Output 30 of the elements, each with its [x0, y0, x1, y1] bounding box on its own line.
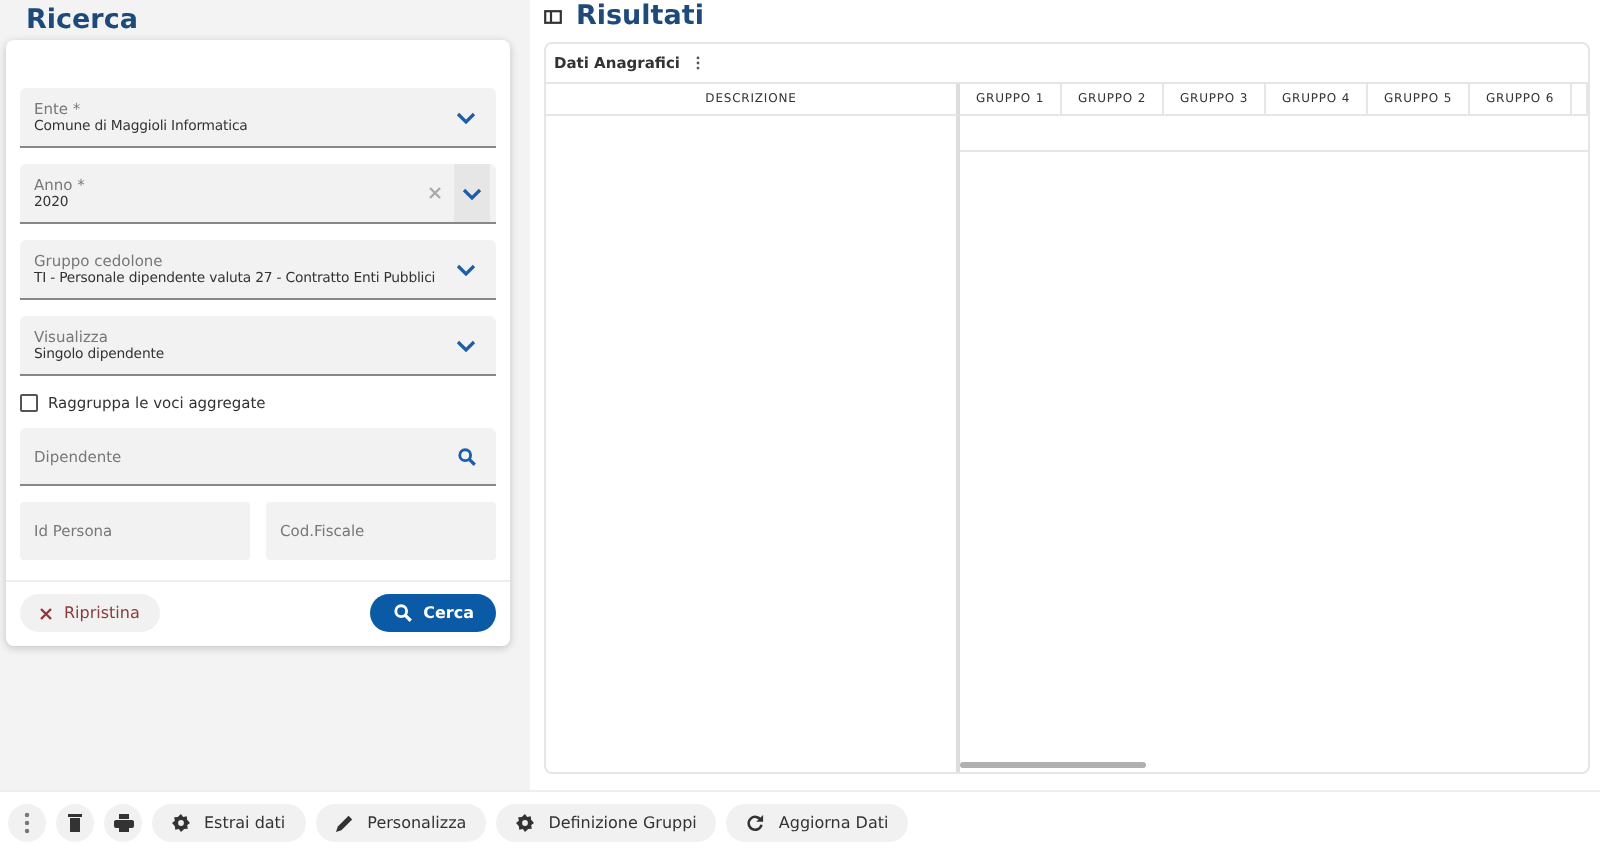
gear-icon — [172, 813, 190, 831]
more-icon — [24, 811, 30, 833]
trash-icon — [68, 813, 82, 831]
more-icon — [695, 56, 700, 70]
chevron-down-icon[interactable] — [456, 339, 476, 351]
more-button[interactable] — [695, 56, 700, 70]
refresh-icon — [746, 813, 765, 831]
checkbox[interactable] — [20, 393, 38, 411]
printer-icon — [113, 813, 133, 831]
pencil-icon — [335, 813, 354, 831]
search-icon — [393, 604, 412, 622]
delete-button[interactable] — [56, 803, 94, 841]
search-icon — [458, 448, 476, 466]
search-button[interactable]: Cerca — [369, 594, 496, 632]
toolbar-button[interactable]: Personalizza — [315, 803, 487, 841]
panel-title: Ricerca — [24, 2, 140, 40]
reset-button[interactable]: Ripristina — [20, 594, 160, 632]
sidebar-toggle-icon[interactable] — [544, 9, 562, 23]
print-button[interactable] — [104, 803, 142, 841]
close-icon — [40, 607, 52, 619]
chevron-down-icon[interactable] — [456, 111, 476, 123]
toolbar-button[interactable]: Aggiorna Dati — [726, 803, 909, 841]
panel-title: Risultati — [576, 0, 704, 32]
scrollbar-thumb[interactable] — [960, 762, 1146, 768]
chevron-down-icon[interactable] — [462, 187, 482, 199]
toolbar-button[interactable]: Estrai dati — [152, 803, 306, 841]
toolbar-button[interactable]: Definizione Gruppi — [496, 803, 717, 841]
more-button[interactable] — [8, 803, 46, 841]
gear-icon — [516, 813, 535, 831]
chevron-down-icon[interactable] — [456, 263, 476, 275]
